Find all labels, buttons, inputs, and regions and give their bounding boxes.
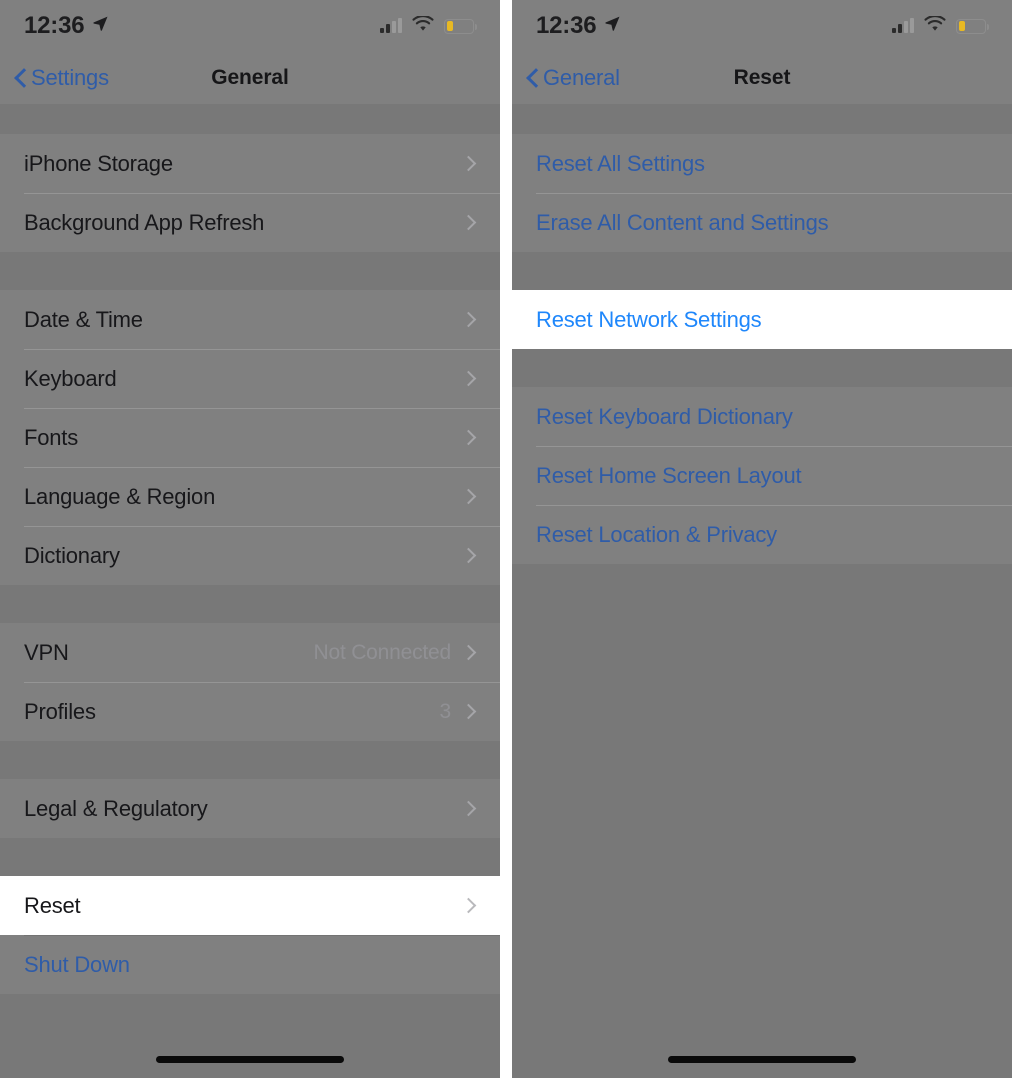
- chevron-right-icon: [460, 370, 477, 387]
- row-fonts[interactable]: Fonts: [0, 408, 500, 467]
- row-label: Reset Location & Privacy: [536, 521, 777, 547]
- section-legal: Legal & Regulatory: [0, 779, 500, 838]
- chevron-right-icon: [460, 429, 477, 446]
- left-phone-screen: 12:36 Settings General iPhone Storage Ba…: [0, 0, 500, 1078]
- row-label: iPhone Storage: [24, 150, 173, 176]
- right-phone-screen: 12:36 General Reset Reset All Settings E…: [512, 0, 1012, 1078]
- row-label: Date & Time: [24, 306, 143, 332]
- section-gap: [512, 349, 1012, 387]
- status-bar-right-group: [892, 14, 989, 37]
- chevron-right-icon: [460, 155, 477, 172]
- row-label: Erase All Content and Settings: [536, 209, 829, 235]
- chevron-right-icon: [460, 214, 477, 231]
- section-network-reset: Reset Network Settings: [512, 290, 1012, 349]
- section-localization: Date & Time Keyboard Fonts Language & Re…: [0, 290, 500, 585]
- home-indicator-area-left: [0, 1040, 500, 1078]
- nav-bar-left: Settings General: [0, 52, 500, 104]
- cellular-signal-icon: [892, 18, 914, 33]
- chevron-right-icon: [460, 311, 477, 328]
- row-label: Reset All Settings: [536, 150, 705, 176]
- row-label: Keyboard: [24, 365, 117, 391]
- wifi-icon: [924, 14, 946, 37]
- home-indicator-bar[interactable]: [156, 1055, 344, 1063]
- page-title-general: General: [211, 66, 289, 89]
- row-language-and-region[interactable]: Language & Region: [0, 467, 500, 526]
- section-global-reset: Reset All Settings Erase All Content and…: [512, 134, 1012, 252]
- status-bar-left-group: 12:36: [536, 12, 621, 40]
- location-arrow-icon: [604, 15, 621, 37]
- section-other-resets: Reset Keyboard Dictionary Reset Home Scr…: [512, 387, 1012, 564]
- row-reset[interactable]: Reset: [0, 876, 500, 935]
- row-label: VPN: [24, 639, 69, 665]
- list-top-gap: [0, 104, 500, 134]
- row-reset-location-and-privacy[interactable]: Reset Location & Privacy: [512, 505, 1012, 564]
- battery-low-icon: [956, 18, 989, 34]
- screenshot-stage: 12:36 Settings General iPhone Storage Ba…: [0, 0, 1012, 1078]
- row-label: Profiles: [24, 698, 96, 724]
- list-top-gap: [512, 104, 1012, 134]
- chevron-right-icon: [460, 644, 477, 661]
- row-erase-all-content-and-settings[interactable]: Erase All Content and Settings: [512, 193, 1012, 252]
- chevron-right-icon: [460, 547, 477, 564]
- row-label: Background App Refresh: [24, 209, 265, 235]
- row-reset-home-screen-layout[interactable]: Reset Home Screen Layout: [512, 446, 1012, 505]
- row-background-app-refresh[interactable]: Background App Refresh: [0, 193, 500, 252]
- row-reset-all-settings[interactable]: Reset All Settings: [512, 134, 1012, 193]
- settings-list-general: iPhone Storage Background App Refresh Da…: [0, 104, 500, 994]
- row-label: Dictionary: [24, 542, 120, 568]
- row-label: Reset: [24, 892, 81, 918]
- page-title-reset: Reset: [733, 66, 791, 89]
- row-value: Not Connected: [313, 640, 452, 664]
- chevron-right-icon: [460, 897, 477, 914]
- row-reset-keyboard-dictionary[interactable]: Reset Keyboard Dictionary: [512, 387, 1012, 446]
- status-time: 12:36: [536, 12, 597, 39]
- row-label: Fonts: [24, 424, 79, 450]
- row-label: Reset Network Settings: [536, 306, 762, 332]
- section-storage: iPhone Storage Background App Refresh: [0, 134, 500, 252]
- row-label: Legal & Regulatory: [24, 795, 208, 821]
- row-date-and-time[interactable]: Date & Time: [0, 290, 500, 349]
- row-label: Reset Keyboard Dictionary: [536, 403, 793, 429]
- home-indicator-area-right: [512, 1040, 1012, 1078]
- nav-bar-right: General Reset: [512, 52, 1012, 104]
- section-gap: [0, 252, 500, 290]
- row-label: Reset Home Screen Layout: [536, 462, 802, 488]
- status-bar-right-group: [380, 14, 477, 37]
- chevron-right-icon: [460, 703, 477, 720]
- row-dictionary[interactable]: Dictionary: [0, 526, 500, 585]
- status-bar-right: 12:36: [512, 0, 1012, 52]
- row-keyboard[interactable]: Keyboard: [0, 349, 500, 408]
- section-gap: [0, 741, 500, 779]
- section-gap: [0, 585, 500, 623]
- status-bar-left: 12:36: [0, 0, 500, 52]
- status-time: 12:36: [24, 12, 85, 39]
- row-label: Shut Down: [24, 951, 130, 977]
- section-reset-shutdown: Reset Shut Down: [0, 876, 500, 994]
- row-shut-down[interactable]: Shut Down: [0, 935, 500, 994]
- chevron-right-icon: [460, 488, 477, 505]
- location-arrow-icon: [92, 15, 109, 37]
- wifi-icon: [412, 14, 434, 37]
- section-gap: [512, 252, 1012, 290]
- status-bar-left-group: 12:36: [24, 12, 109, 40]
- battery-low-icon: [444, 18, 477, 34]
- section-gap: [0, 838, 500, 876]
- row-label: Language & Region: [24, 483, 216, 509]
- list-bottom-filler: [512, 564, 1012, 1078]
- section-network: VPN Not Connected Profiles 3: [0, 623, 500, 741]
- cellular-signal-icon: [380, 18, 402, 33]
- row-vpn[interactable]: VPN Not Connected: [0, 623, 500, 682]
- row-value: 3: [439, 699, 452, 723]
- settings-list-reset: Reset All Settings Erase All Content and…: [512, 104, 1012, 564]
- row-profiles[interactable]: Profiles 3: [0, 682, 500, 741]
- row-reset-network-settings[interactable]: Reset Network Settings: [512, 290, 1012, 349]
- chevron-right-icon: [460, 800, 477, 817]
- row-iphone-storage[interactable]: iPhone Storage: [0, 134, 500, 193]
- home-indicator-bar[interactable]: [668, 1055, 856, 1063]
- row-legal-and-regulatory[interactable]: Legal & Regulatory: [0, 779, 500, 838]
